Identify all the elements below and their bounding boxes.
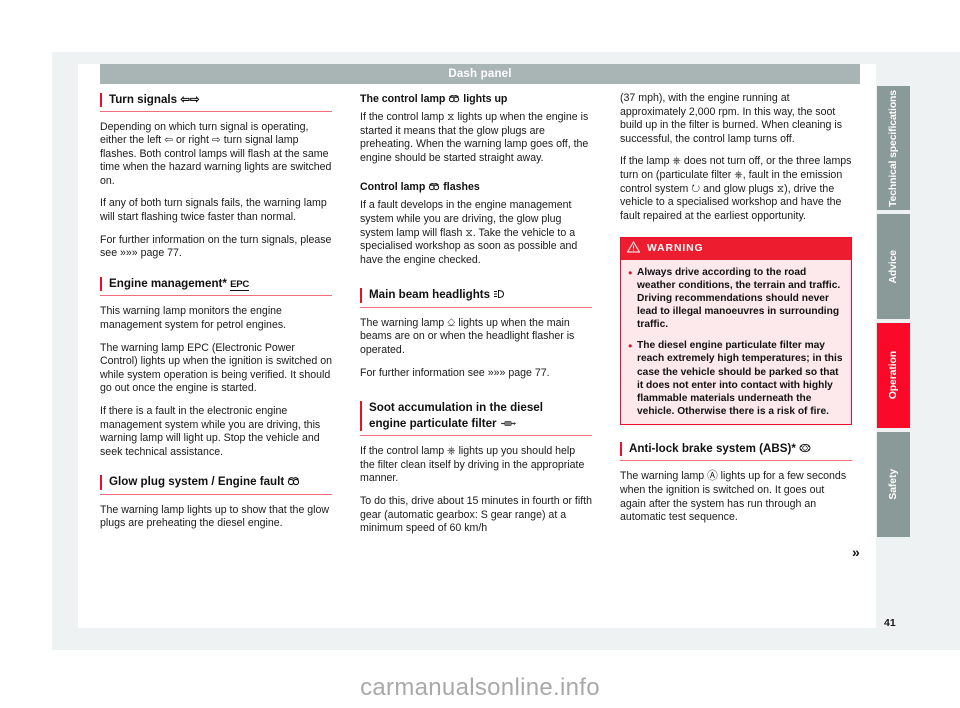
- warning-item: The diesel engine particulate filter may…: [628, 338, 844, 418]
- paragraph: If there is a fault in the electronic en…: [100, 404, 321, 458]
- paragraph-page-reference[interactable]: For further information see »»» page 77.: [360, 367, 592, 381]
- paragraph: If the control lamp ⎈ lights up you shou…: [360, 445, 585, 485]
- warning-header: WARNING: [621, 238, 851, 260]
- section-heading-soot-accumulation: Soot accumulation in the diesel engine p…: [360, 400, 592, 437]
- section-abs: Anti-lock brake system (ABS)* The warnin…: [620, 441, 852, 525]
- warning-title: WARNING: [647, 243, 704, 255]
- warning-triangle-icon: [626, 241, 641, 256]
- turn-signal-right-arrow-icon: ⇨: [190, 93, 200, 106]
- page-title: Dash panel: [448, 68, 512, 80]
- paragraph: If a fault develops in the engine manage…: [360, 199, 578, 266]
- glow-plug-icon: [287, 475, 300, 491]
- section-heading-text: Anti-lock brake system (ABS)*: [629, 441, 796, 455]
- block-control-lamp-lights-up: The control lamp lights up If the contro…: [360, 92, 592, 165]
- paragraph: This warning lamp monitors the engine ma…: [100, 305, 287, 331]
- section-heading-text: Engine management*: [109, 276, 227, 290]
- tab-safety[interactable]: Safety: [877, 432, 910, 537]
- section-heading-text: Main beam headlights: [369, 288, 491, 302]
- section-heading-engine-management: Engine management* EPC: [100, 276, 332, 297]
- subheading-text-pre: Control lamp: [360, 181, 426, 194]
- particulate-filter-icon: [500, 417, 517, 433]
- section-heading-main-beam: Main beam headlights: [360, 287, 592, 308]
- section-heading-text: Glow plug system / Engine fault: [109, 475, 285, 489]
- paragraph: To do this, drive about 15 minutes in fo…: [360, 495, 593, 535]
- section-heading-text: Turn signals: [109, 93, 178, 106]
- section-heading-abs: Anti-lock brake system (ABS)*: [620, 441, 852, 462]
- turn-signal-left-arrow-icon: ⇦: [180, 93, 191, 106]
- paragraph: (37 mph), with the engine running at app…: [620, 92, 843, 145]
- subheading-control-lamp-flashes: Control lamp flashes: [360, 180, 592, 195]
- column-middle: The control lamp lights up If the contro…: [360, 92, 592, 551]
- block-control-lamp-flashes: Control lamp flashes If a fault develops…: [360, 180, 592, 267]
- column-left: Turn signals ⇦⇨ Depending on which turn …: [100, 92, 332, 546]
- section-glow-plug: Glow plug system / Engine fault The warn…: [100, 474, 332, 531]
- paragraph: If the lamp ⎈ does not turn off, or the …: [620, 155, 852, 222]
- paragraph: The warning lamp ⎐ lights up when the ma…: [360, 316, 575, 357]
- section-main-beam: Main beam headlights The warning lamp ⎐ …: [360, 287, 592, 380]
- abs-icon: [799, 442, 811, 458]
- paragraph: The warning lamp lights up to show that …: [100, 503, 330, 530]
- content-columns: Turn signals ⇦⇨ Depending on which turn …: [100, 92, 860, 632]
- tab-label: Advice: [888, 249, 899, 284]
- section-heading-turn-signals: Turn signals ⇦⇨: [100, 92, 332, 112]
- site-watermark: carmanualsonline.info: [360, 674, 600, 701]
- section-tabs: Technical specifications Advice Operatio…: [877, 86, 910, 596]
- warning-item: Always drive according to the road weath…: [628, 265, 844, 331]
- tab-label: Operation: [888, 351, 899, 400]
- main-beam-icon: [493, 288, 508, 304]
- paragraph-page-reference[interactable]: For further information on the turn sign…: [100, 234, 332, 261]
- subheading-text-pre: The control lamp: [360, 93, 446, 105]
- subheading-text-post: flashes: [443, 181, 480, 194]
- paragraph: If the control lamp ⧖ lights up when the…: [360, 111, 589, 164]
- section-turn-signals: Turn signals ⇦⇨ Depending on which turn …: [100, 92, 332, 261]
- column-right: (37 mph), with the engine running at app…: [620, 92, 852, 540]
- glow-plug-icon: [448, 93, 460, 107]
- warning-body: Always drive according to the road weath…: [621, 260, 851, 424]
- section-soot-accumulation: Soot accumulation in the diesel engine p…: [360, 400, 592, 536]
- paragraph: The warning lamp Ⓐ lights up for a few s…: [620, 470, 847, 524]
- manual-page: Dash panel Turn signals ⇦⇨ Depending on …: [0, 0, 960, 708]
- tab-label: Technical specifications: [888, 89, 899, 207]
- section-heading-line2: engine particulate filter: [369, 416, 497, 430]
- paragraph: Depending on which turn signal is operat…: [100, 120, 332, 187]
- tab-technical-specifications[interactable]: Technical specifications: [877, 86, 910, 210]
- subheading-text-post: lights up: [463, 93, 508, 105]
- section-engine-management: Engine management* EPC This warning lamp…: [100, 276, 332, 459]
- warning-box: WARNING Always drive according to the ro…: [620, 237, 852, 425]
- section-heading-line1: Soot accumulation in the diesel: [369, 401, 543, 415]
- tab-operation[interactable]: Operation: [877, 323, 910, 428]
- page-header-bar: Dash panel: [100, 64, 860, 84]
- subheading-control-lamp-lights-up: The control lamp lights up: [360, 92, 592, 107]
- glow-plug-icon: [428, 181, 440, 195]
- epc-icon: EPC: [230, 278, 249, 292]
- tab-advice[interactable]: Advice: [877, 214, 910, 319]
- paragraph: If any of both turn signals fails, the w…: [100, 197, 327, 224]
- paragraph: The warning lamp EPC (Electronic Power C…: [100, 341, 333, 395]
- tab-label: Safety: [888, 469, 899, 500]
- page-number: 41: [884, 617, 896, 629]
- continuation-arrow-icon: »: [852, 544, 860, 560]
- section-heading-glow-plug: Glow plug system / Engine fault: [100, 474, 332, 495]
